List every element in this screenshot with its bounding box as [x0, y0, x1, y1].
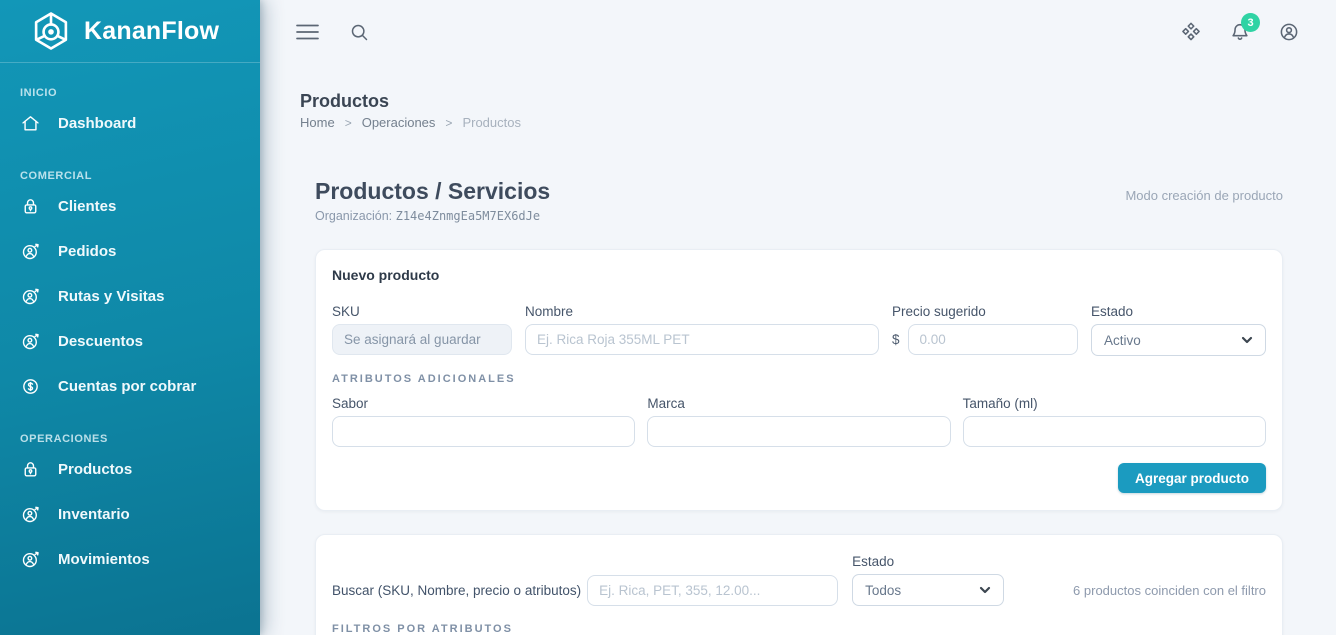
sidebar-item-label: Descuentos: [58, 333, 143, 350]
precio-input[interactable]: [908, 324, 1078, 355]
sidebar-item-label: Clientes: [58, 198, 116, 215]
tamano-input[interactable]: [963, 416, 1266, 447]
chevron-down-icon: [979, 584, 991, 596]
filter-estado-label: Estado: [852, 554, 1004, 570]
search-icon[interactable]: [349, 22, 370, 43]
buscar-input[interactable]: [587, 575, 838, 606]
breadcrumb-separator: >: [345, 115, 352, 131]
breadcrumb-home[interactable]: Home: [300, 115, 335, 131]
filter-result-count: 6 productos coinciden con el filtro: [1073, 583, 1266, 606]
new-product-card: Nuevo producto SKU Nombre Precio sugerid…: [315, 249, 1283, 511]
dollar-circle-icon: [20, 376, 41, 397]
apps-grid-icon[interactable]: [1180, 21, 1202, 43]
sidebar-item-label: Dashboard: [58, 115, 136, 132]
organization-line: Organización: Z14e4ZnmgEa5M7EX6dJe: [315, 209, 550, 223]
sabor-input[interactable]: [332, 416, 635, 447]
marca-input[interactable]: [647, 416, 950, 447]
precio-label: Precio sugerido: [892, 304, 1078, 320]
organization-id: Z14e4ZnmgEa5M7EX6dJe: [396, 209, 541, 223]
sidebar-item-label: Cuentas por cobrar: [58, 378, 196, 395]
tamano-label: Tamaño (ml): [963, 396, 1266, 412]
sidebar-item-pedidos[interactable]: Pedidos: [0, 229, 260, 274]
agregar-producto-button[interactable]: Agregar producto: [1118, 463, 1266, 493]
nav-section-inicio: INICIO: [0, 63, 260, 101]
person-circle-icon: [20, 286, 41, 307]
hamburger-menu-icon[interactable]: [296, 24, 319, 40]
organization-label: Organización:: [315, 209, 392, 223]
sidebar-nav: INICIO Dashboard COMERCIAL Clientes Pedi…: [0, 63, 260, 582]
buscar-label: Buscar (SKU, Nombre, precio o atributos): [332, 583, 581, 598]
estado-select[interactable]: Activo: [1091, 324, 1266, 356]
sidebar: KananFlow INICIO Dashboard COMERCIAL Cli…: [0, 0, 260, 635]
sidebar-item-dashboard[interactable]: Dashboard: [0, 101, 260, 146]
lock-icon: [20, 196, 41, 217]
new-product-card-title: Nuevo producto: [332, 267, 1266, 284]
kananflow-hexagon-logo-icon: [30, 10, 72, 52]
user-profile-icon[interactable]: [1278, 21, 1300, 43]
nav-section-operaciones: OPERACIONES: [0, 409, 260, 447]
lock-icon: [20, 459, 41, 480]
nav-section-comercial: COMERCIAL: [0, 146, 260, 184]
person-circle-icon: [20, 241, 41, 262]
mode-note: Modo creación de producto: [1125, 188, 1283, 223]
sku-input[interactable]: [332, 324, 512, 355]
filters-by-attributes-heading: FILTROS POR ATRIBUTOS: [332, 622, 1266, 635]
sidebar-item-label: Rutas y Visitas: [58, 288, 164, 305]
attributes-heading: ATRIBUTOS ADICIONALES: [332, 372, 1266, 386]
person-circle-icon: [20, 549, 41, 570]
sidebar-item-label: Pedidos: [58, 243, 116, 260]
breadcrumb: Home > Operaciones > Productos: [300, 115, 1283, 131]
top-bar: 3: [260, 0, 1336, 64]
breadcrumb-current: Productos: [462, 115, 521, 131]
currency-prefix: $: [892, 332, 900, 347]
sidebar-item-cuentas-por-cobrar[interactable]: Cuentas por cobrar: [0, 364, 260, 409]
main-area: 3 Productos Home > Operaciones > Product…: [260, 0, 1336, 635]
sku-label: SKU: [332, 304, 512, 320]
breadcrumb-operaciones[interactable]: Operaciones: [362, 115, 436, 131]
sidebar-item-label: Inventario: [58, 506, 130, 523]
page-header-title: Productos: [300, 90, 1283, 112]
nombre-input[interactable]: [525, 324, 879, 355]
person-circle-icon: [20, 504, 41, 525]
product-filter-card: Buscar (SKU, Nombre, precio o atributos)…: [315, 534, 1283, 635]
sidebar-item-clientes[interactable]: Clientes: [0, 184, 260, 229]
sidebar-item-rutas-y-visitas[interactable]: Rutas y Visitas: [0, 274, 260, 319]
brand-logo[interactable]: KananFlow: [0, 0, 260, 63]
estado-select-value: Activo: [1104, 333, 1141, 348]
breadcrumb-separator: >: [445, 115, 452, 131]
filter-estado-select-value: Todos: [865, 583, 901, 598]
sidebar-item-label: Movimientos: [58, 551, 150, 568]
sabor-label: Sabor: [332, 396, 635, 412]
sidebar-item-productos[interactable]: Productos: [0, 447, 260, 492]
page-title: Productos / Servicios: [315, 177, 550, 205]
sidebar-item-descuentos[interactable]: Descuentos: [0, 319, 260, 364]
marca-label: Marca: [647, 396, 950, 412]
brand-name: KananFlow: [84, 17, 219, 46]
sidebar-item-label: Productos: [58, 461, 132, 478]
estado-label: Estado: [1091, 304, 1266, 320]
sidebar-item-inventario[interactable]: Inventario: [0, 492, 260, 537]
nombre-label: Nombre: [525, 304, 879, 320]
filter-estado-select[interactable]: Todos: [852, 574, 1004, 606]
person-circle-icon: [20, 331, 41, 352]
notification-count-badge: 3: [1241, 13, 1260, 32]
chevron-down-icon: [1241, 334, 1253, 346]
home-icon: [20, 113, 41, 134]
sidebar-item-movimientos[interactable]: Movimientos: [0, 537, 260, 582]
